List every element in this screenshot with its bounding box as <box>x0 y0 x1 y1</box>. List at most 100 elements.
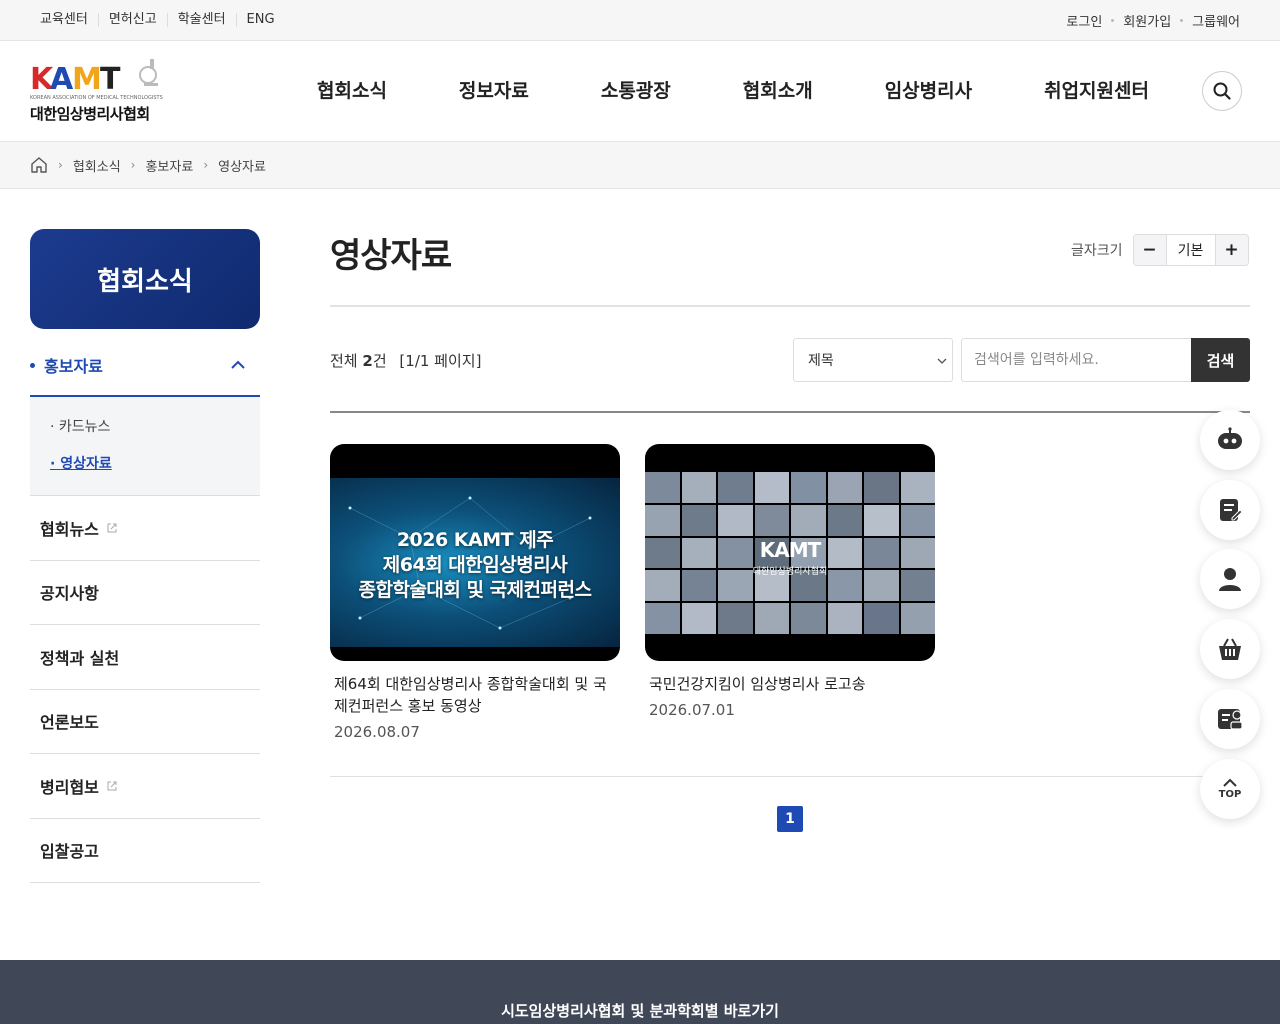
scroll-top-button[interactable]: TOP <box>1200 759 1260 819</box>
sidebar-item-notice[interactable]: 공지사항 <box>30 561 260 625</box>
gnb-item-news[interactable]: 협회소식 <box>317 41 387 141</box>
sidebar-item-bidding[interactable]: 입찰공고 <box>30 819 260 883</box>
gnb-item-jobs[interactable]: 취업지원센터 <box>1044 41 1149 141</box>
sidebar-menu: 홍보자료 · 카드뉴스 · 영상자료 협회뉴스 공지사항 정책과 실천 언론보도… <box>30 335 260 883</box>
document-edit-icon <box>1220 499 1243 521</box>
video-title[interactable]: 국민건강지킴이 임상병리사 로고송 <box>645 673 935 695</box>
utility-links: 교육센터 면허신고 학술센터 ENG <box>30 0 285 40</box>
breadcrumb-current[interactable]: 영상자료 <box>218 156 266 175</box>
sidebar-item-policy[interactable]: 정책과 실천 <box>30 625 260 690</box>
external-link-icon <box>107 781 117 791</box>
chevron-up-icon <box>1223 778 1237 787</box>
thumbnail-overlay: KAMT 대한임상병리사협회 <box>645 538 935 577</box>
search-icon <box>1213 82 1231 100</box>
gnb-item-technologist[interactable]: 임상병리사 <box>885 41 972 141</box>
util-link-education[interactable]: 교육센터 <box>30 13 99 27</box>
site-logo[interactable]: K A M T KOREAN ASSOCIATION OF MEDICAL TE… <box>30 57 170 127</box>
header-search-button[interactable] <box>1202 71 1242 111</box>
robot-icon <box>1218 427 1242 449</box>
search-button[interactable]: 검색 <box>1191 338 1250 382</box>
quick-mypage-button[interactable] <box>1200 549 1260 609</box>
count-suffix: 건 <box>372 352 387 370</box>
sidebar-item-promotion[interactable]: 홍보자료 <box>30 335 260 397</box>
chevron-up-icon <box>231 360 245 369</box>
chevron-right-icon: › <box>130 158 136 172</box>
video-card[interactable]: KAMT 대한임상병리사협회 국민건강지킴이 임상병리사 로고송 2026.07… <box>645 444 935 719</box>
footer-bar: 시도임상병리사협회 및 분과학회별 바로가기 <box>0 960 1280 1024</box>
search-input[interactable] <box>961 338 1191 382</box>
font-size-control: 글자크기 − 기본 + <box>1071 234 1249 266</box>
divider <box>330 305 1250 307</box>
breadcrumb-item[interactable]: 홍보자료 <box>145 156 193 175</box>
video-card[interactable]: 2026 KAMT 제주 제64회 대한임상병리사 종합학술대회 및 국제컨퍼런… <box>330 444 620 741</box>
home-icon[interactable] <box>30 156 48 174</box>
sidebar-item-label: 협회뉴스 <box>40 519 99 539</box>
video-date: 2026.07.01 <box>649 701 735 719</box>
utility-bar: 교육센터 면허신고 학술센터 ENG 로그인 회원가입 그룹웨어 <box>0 0 1280 41</box>
sidebar-item-press[interactable]: 언론보도 <box>30 690 260 754</box>
basket-icon <box>1219 638 1241 660</box>
util-link-license[interactable]: 면허신고 <box>99 13 168 27</box>
video-thumbnail[interactable]: KAMT 대한임상병리사협회 <box>645 444 935 661</box>
thumbnail-line: 2026 KAMT 제주 <box>396 529 554 551</box>
sidebar-subitem-cardnews[interactable]: · 카드뉴스 <box>50 409 240 446</box>
sidebar-submenu: · 카드뉴스 · 영상자료 <box>30 397 260 496</box>
pagination-page-current[interactable]: 1 <box>777 806 803 832</box>
separator-dot <box>1180 18 1184 22</box>
gnb-item-community[interactable]: 소통광장 <box>601 41 671 141</box>
site-header: K A M T KOREAN ASSOCIATION OF MEDICAL TE… <box>0 41 1280 142</box>
sidebar-item-label: 병리협보 <box>40 777 99 797</box>
thumbnail-line: 종합학술대회 및 국제컨퍼런스 <box>358 579 592 601</box>
breadcrumb-item[interactable]: 협회소식 <box>73 156 121 175</box>
sidebar-subitem-video[interactable]: · 영상자료 <box>50 446 240 483</box>
user-icon <box>1219 568 1241 591</box>
sidebar-item-association-news[interactable]: 협회뉴스 <box>30 496 260 561</box>
page-title: 영상자료 <box>330 236 452 276</box>
util-link-english[interactable]: ENG <box>237 13 285 27</box>
bullet-dot <box>30 362 35 368</box>
svg-text:M: M <box>72 62 100 93</box>
separator-dot <box>1111 18 1115 22</box>
chevron-right-icon: › <box>58 158 63 172</box>
gnb-item-about[interactable]: 협회소개 <box>743 41 813 141</box>
util-link-academic[interactable]: 학술센터 <box>168 13 237 27</box>
member-links: 로그인 회원가입 그룹웨어 <box>1066 0 1240 40</box>
list-count: 전체 2건 [1/1 페이지] <box>330 350 481 371</box>
top-label: TOP <box>1218 789 1242 800</box>
groupware-link[interactable]: 그룹웨어 <box>1192 11 1240 30</box>
svg-text:A: A <box>50 62 74 93</box>
count-prefix: 전체 <box>330 352 358 370</box>
login-link[interactable]: 로그인 <box>1066 11 1102 30</box>
thumbnail-org-name: 대한임상병리사협회 <box>752 567 828 577</box>
breadcrumb: › 협회소식 › 홍보자료 › 영상자료 <box>0 142 1280 189</box>
font-size-decrease-button[interactable]: − <box>1133 235 1166 265</box>
chatbot-button[interactable] <box>1200 410 1260 470</box>
sidebar-item-label: 공지사항 <box>40 584 99 604</box>
logo-subtitle: KOREAN ASSOCIATION OF MEDICAL TECHNOLOGI… <box>30 95 163 101</box>
quick-shop-button[interactable] <box>1200 619 1260 679</box>
quick-apply-button[interactable] <box>1200 480 1260 540</box>
external-link-icon <box>107 523 117 533</box>
divider <box>330 776 1250 777</box>
search-type-select[interactable]: 제목 <box>793 338 953 382</box>
logo-mark-graphic: K A M T <box>30 59 158 93</box>
quick-card-button[interactable] <box>1200 689 1260 749</box>
thumbnail-logo: KAMT <box>759 538 822 562</box>
divider <box>330 411 1250 413</box>
font-size-buttons: − 기본 + <box>1132 234 1249 266</box>
footer-shortcut-link[interactable]: 시도임상병리사협회 및 분과학회별 바로가기 <box>501 1000 779 1024</box>
video-thumbnail[interactable]: 2026 KAMT 제주 제64회 대한임상병리사 종합학술대회 및 국제컨퍼런… <box>330 444 620 661</box>
id-card-icon <box>1218 709 1243 730</box>
font-size-increase-button[interactable]: + <box>1215 235 1248 265</box>
video-title[interactable]: 제64회 대한임상병리사 종합학술대회 및 국제컨퍼런스 홍보 동영상 <box>330 673 620 717</box>
join-link[interactable]: 회원가입 <box>1123 11 1171 30</box>
count-value: 2 <box>362 352 373 370</box>
font-size-reset-button[interactable]: 기본 <box>1165 235 1216 265</box>
sidebar-item-label: 홍보자료 <box>44 357 103 376</box>
thumbnail-line: 제64회 대한임상병리사 <box>382 554 568 576</box>
thumbnail-text: 2026 KAMT 제주 제64회 대한임상병리사 종합학술대회 및 국제컨퍼런… <box>330 528 620 603</box>
main-navigation: 협회소식 정보자료 소통광장 협회소개 임상병리사 취업지원센터 <box>280 41 1149 141</box>
sidebar-item-journal[interactable]: 병리협보 <box>30 754 260 819</box>
chevron-down-icon <box>937 358 947 364</box>
gnb-item-info[interactable]: 정보자료 <box>459 41 529 141</box>
